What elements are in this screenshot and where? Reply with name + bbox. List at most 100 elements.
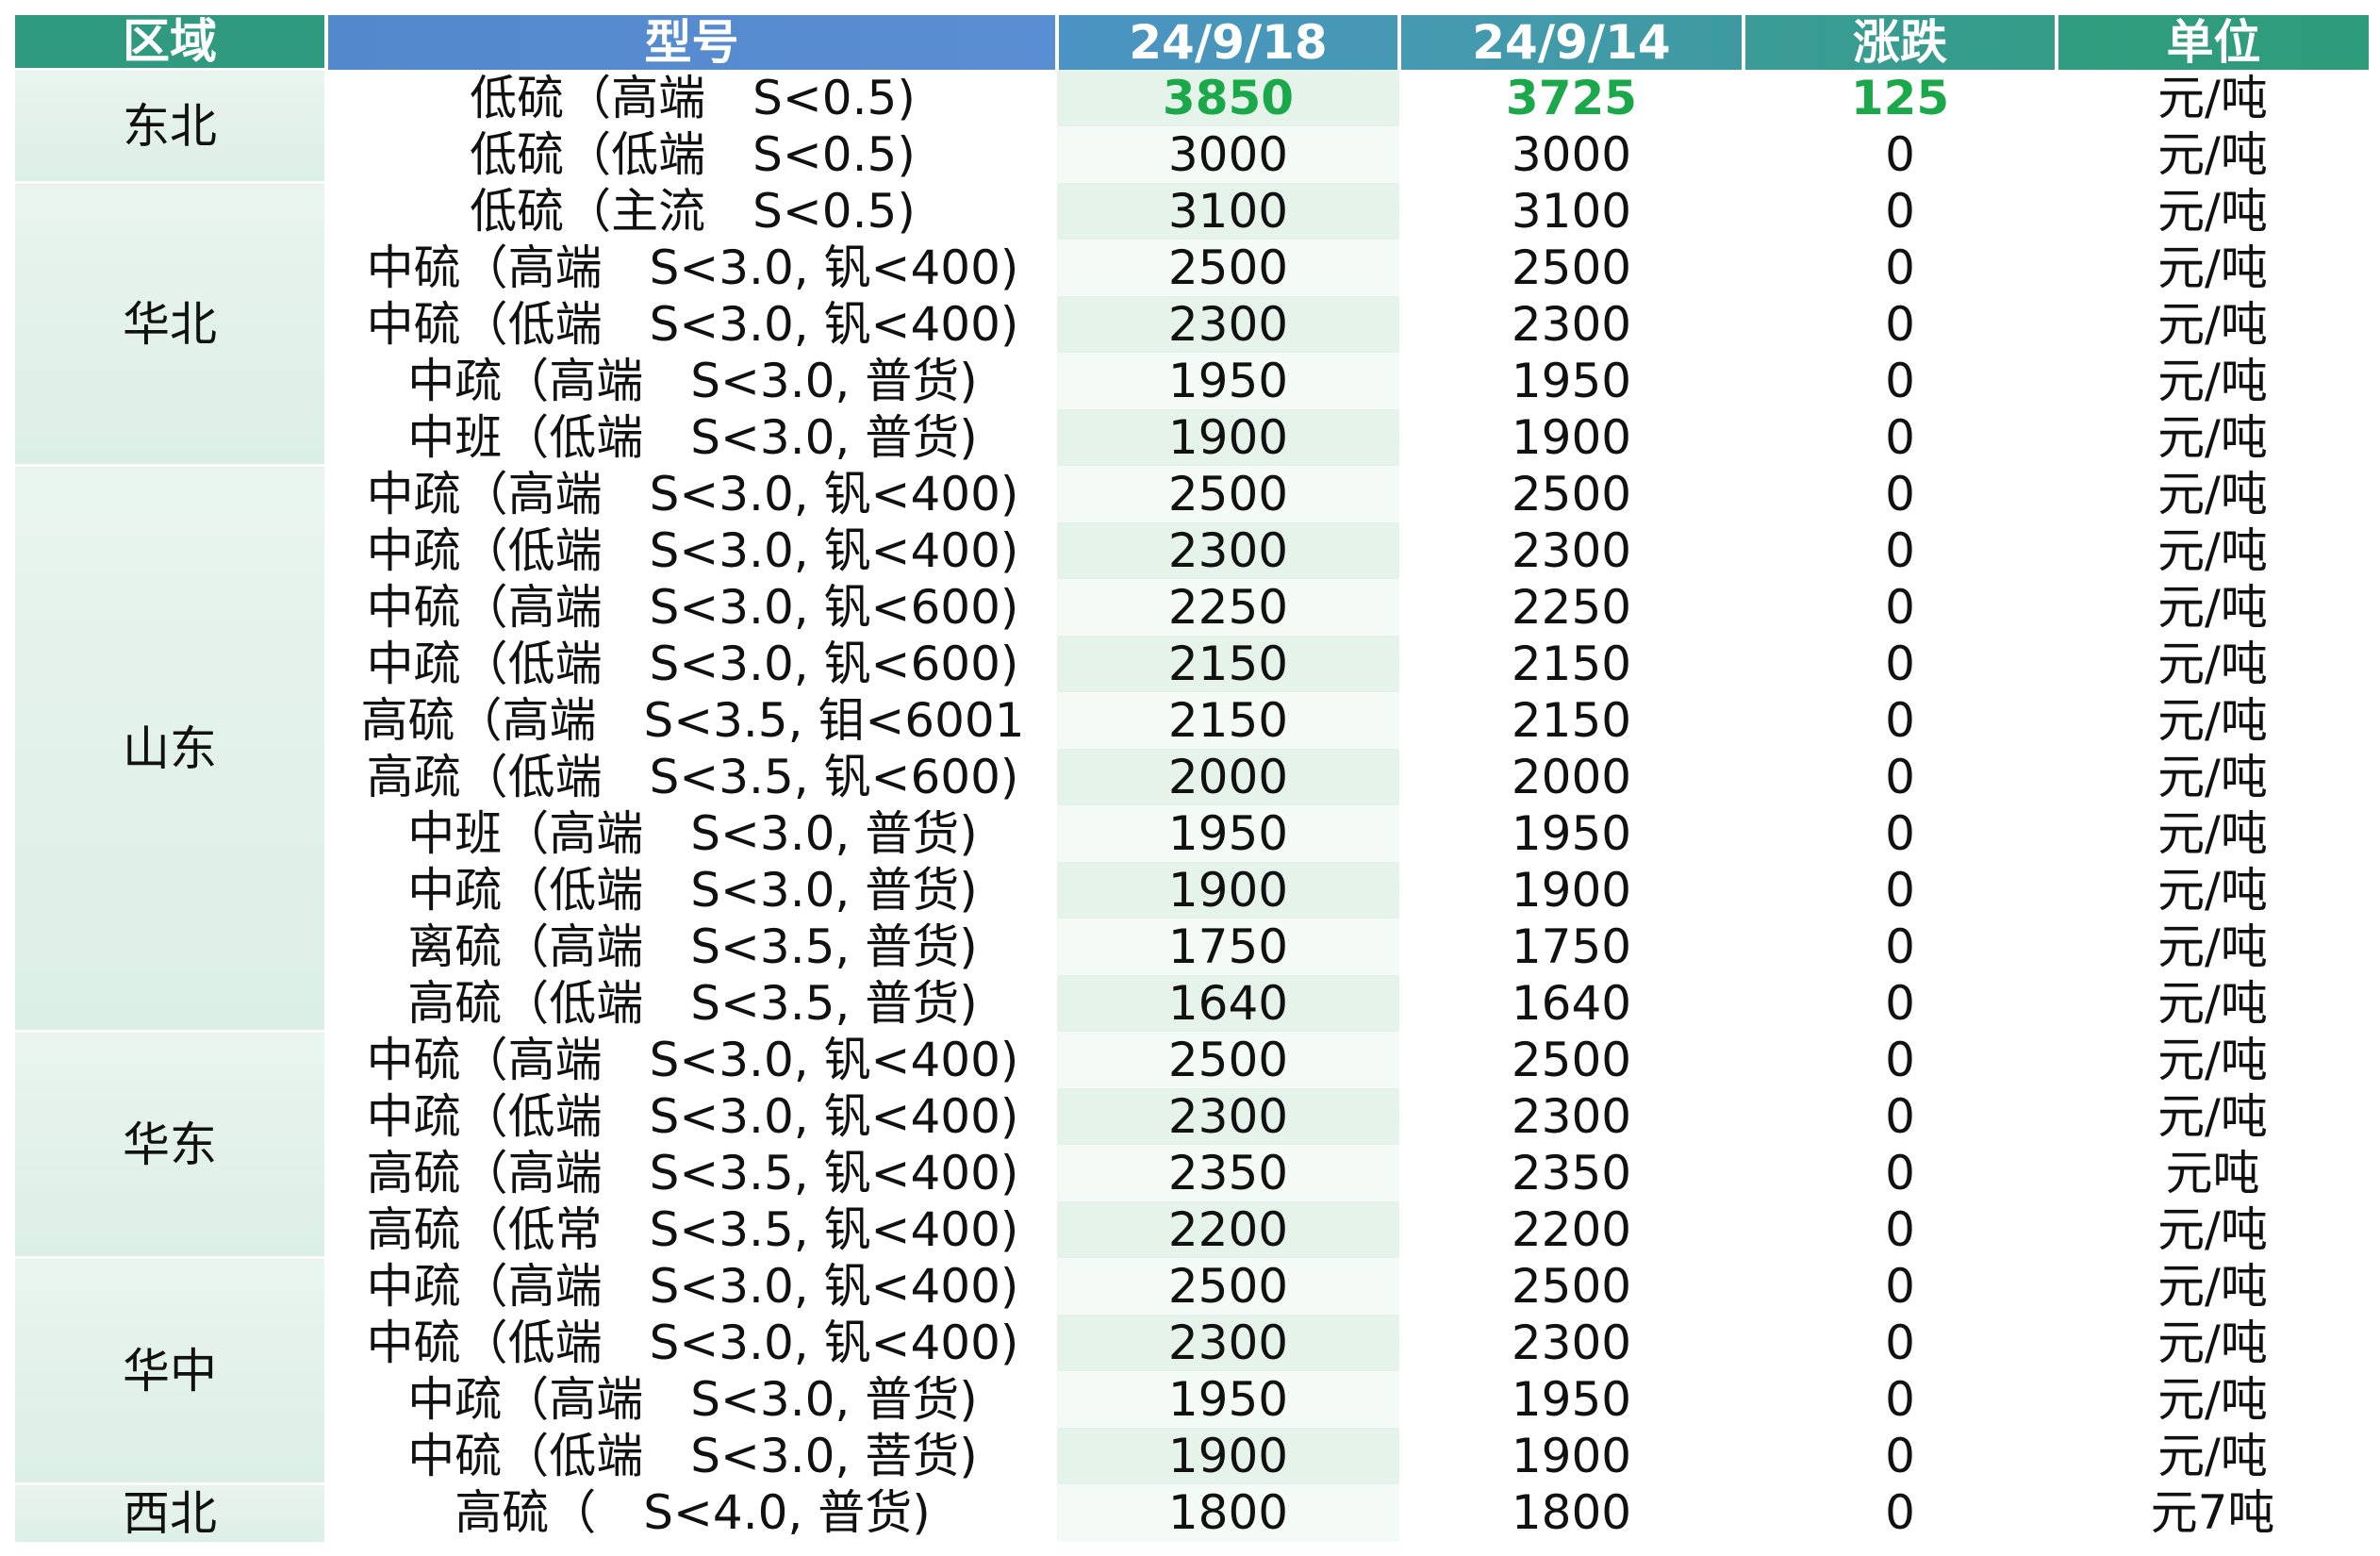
- unit-cell: 元/吨: [2057, 1257, 2369, 1315]
- header-date-1: 24/9/18: [1055, 15, 1399, 70]
- price-date-2-cell: 2300: [1399, 1087, 1744, 1145]
- unit-cell: 元7吨: [2057, 1483, 2369, 1542]
- table-row: 东北 低硫（高端 S<0.5) 3850 3725 125 元/吨: [15, 68, 2369, 183]
- price-date-1-cell: 1900: [1057, 408, 1399, 466]
- table-row: 西北 高硫（ S<4.0, 普货) 1800 1800 0 元7吨: [15, 1482, 2369, 1542]
- price-date-1-cell: 2350: [1057, 1144, 1399, 1201]
- price-date-2-cell: 2000: [1399, 748, 1744, 805]
- price-date-1-cell: 2150: [1057, 635, 1399, 692]
- price-date-1-cell: 1950: [1057, 1370, 1399, 1428]
- unit-cell: 元/吨: [2057, 239, 2369, 296]
- change-cell: 0: [1744, 1144, 2057, 1201]
- table-row: 低硫（低端 S<0.5) 3000 3000 0 元/吨: [15, 125, 2369, 183]
- price-date-1-cell: 1900: [1057, 1427, 1399, 1484]
- price-date-2-cell: 1950: [1399, 352, 1744, 409]
- price-date-1-cell: 3000: [1057, 125, 1399, 183]
- price-date-2-cell: 2200: [1399, 1200, 1744, 1258]
- model-cell: 中硫（低端 S<3.0, 菩货): [326, 1427, 1057, 1484]
- table-row: 山东 中疏（高端 S<3.0, 钒<400) 2500 2500 0 元/吨: [15, 464, 2369, 1032]
- model-cell: 中硫（高端 S<3.0, 钒<400): [326, 1031, 1057, 1088]
- unit-cell: 元/吨: [2057, 1200, 2369, 1258]
- price-date-1-cell: 3100: [1057, 182, 1399, 240]
- price-date-2-cell: 3000: [1399, 125, 1744, 183]
- unit-cell: 元/吨: [2057, 125, 2369, 183]
- table-row: 中硫（低端 S<3.0, 钒<400) 2300 2300 0 元/吨: [15, 1314, 2369, 1371]
- price-date-2-cell: 1950: [1399, 804, 1744, 862]
- change-cell: 125: [1744, 69, 2057, 126]
- change-cell: 0: [1744, 804, 2057, 862]
- model-cell: 中疏（高端 S<3.0, 钒<400): [326, 1257, 1057, 1315]
- table-row: 中疏（低端 S<3.0, 普货) 1900 1900 0 元/吨: [15, 861, 2369, 919]
- price-date-1-cell: 1950: [1057, 804, 1399, 862]
- price-date-1-cell: 2500: [1057, 465, 1399, 522]
- price-date-2-cell: 1640: [1399, 974, 1744, 1032]
- table-row: 中疏（高端 S<3.0, 普货) 1950 1950 0 元/吨: [15, 352, 2369, 409]
- table-row: 高硫（低常 S<3.5, 钒<400) 2200 2200 0 元/吨: [15, 1200, 2369, 1258]
- table-row: 中疏（低端 S<3.0, 钒<600) 2150 2150 0 元/吨: [15, 635, 2369, 692]
- change-cell: 0: [1744, 182, 2057, 240]
- table-row: 中班（高端 S<3.0, 普货) 1950 1950 0 元/吨: [15, 804, 2369, 862]
- model-cell: 离硫（高端 S<3.5, 普货): [326, 918, 1057, 975]
- price-date-2-cell: 1900: [1399, 1427, 1744, 1484]
- unit-cell: 元/吨: [2057, 408, 2369, 466]
- change-cell: 0: [1744, 1483, 2057, 1542]
- change-cell: 0: [1744, 125, 2057, 183]
- unit-cell: 元/吨: [2057, 974, 2369, 1032]
- change-cell: 0: [1744, 1427, 2057, 1484]
- unit-cell: 元/吨: [2057, 635, 2369, 692]
- change-cell: 0: [1744, 861, 2057, 919]
- price-date-1-cell: 2200: [1057, 1200, 1399, 1258]
- price-date-1-cell: 2300: [1057, 521, 1399, 579]
- price-date-1-cell: 2150: [1057, 691, 1399, 749]
- price-date-2-cell: 2500: [1399, 1031, 1744, 1088]
- price-date-1-cell: 1950: [1057, 352, 1399, 409]
- price-date-2-cell: 2500: [1399, 239, 1744, 296]
- region-cell: 华北: [15, 181, 328, 466]
- table-row: 高疏（低端 S<3.5, 钒<600) 2000 2000 0 元/吨: [15, 748, 2369, 805]
- change-cell: 0: [1744, 239, 2057, 296]
- price-date-1-cell: 1800: [1057, 1483, 1399, 1542]
- unit-cell: 元/吨: [2057, 861, 2369, 919]
- change-cell: 0: [1744, 1257, 2057, 1315]
- price-date-1-cell: 2300: [1057, 1087, 1399, 1145]
- change-cell: 0: [1744, 521, 2057, 579]
- unit-cell: 元/吨: [2057, 1031, 2369, 1088]
- region-cell: 华东: [15, 1030, 328, 1258]
- model-cell: 中班（高端 S<3.0, 普货): [326, 804, 1057, 862]
- price-date-2-cell: 1800: [1399, 1483, 1744, 1542]
- model-cell: 高硫（高端 S<3.5, 钼<6001: [326, 691, 1057, 749]
- table-row: 中硫（高端 S<3.0, 钒<600) 2250 2250 0 元/吨: [15, 578, 2369, 636]
- model-cell: 中疏（低端 S<3.0, 钒<600): [326, 635, 1057, 692]
- region-cell: 华中: [15, 1256, 328, 1484]
- header-unit: 单位: [2055, 15, 2369, 70]
- model-cell: 中疏（低端 S<3.0, 钒<400): [326, 521, 1057, 579]
- change-cell: 0: [1744, 635, 2057, 692]
- model-cell: 低硫（主流 S<0.5): [326, 182, 1057, 240]
- price-date-2-cell: 2500: [1399, 465, 1744, 522]
- region-cell: 西北: [15, 1482, 328, 1542]
- model-cell: 高硫（ S<4.0, 普货): [326, 1483, 1057, 1542]
- table-row: 中硫（高端 S<3.0, 钒<400) 2500 2500 0 元/吨: [15, 239, 2369, 296]
- price-date-1-cell: 2300: [1057, 1314, 1399, 1371]
- unit-cell: 元/吨: [2057, 804, 2369, 862]
- change-cell: 0: [1744, 578, 2057, 636]
- unit-cell: 元/吨: [2057, 748, 2369, 805]
- change-cell: 0: [1744, 1200, 2057, 1258]
- change-cell: 0: [1744, 295, 2057, 353]
- change-cell: 0: [1744, 465, 2057, 522]
- model-cell: 高硫（低常 S<3.5, 钒<400): [326, 1200, 1057, 1258]
- table-row: 高硫（高端 S<3.5, 钒<400) 2350 2350 0 元吨: [15, 1144, 2369, 1201]
- price-date-2-cell: 2350: [1399, 1144, 1744, 1201]
- price-date-2-cell: 3100: [1399, 182, 1744, 240]
- price-date-1-cell: 1750: [1057, 918, 1399, 975]
- unit-cell: 元/吨: [2057, 295, 2369, 353]
- unit-cell: 元/吨: [2057, 578, 2369, 636]
- price-date-1-cell: 1640: [1057, 974, 1399, 1032]
- change-cell: 0: [1744, 1087, 2057, 1145]
- price-date-2-cell: 1750: [1399, 918, 1744, 975]
- price-date-2-cell: 2150: [1399, 691, 1744, 749]
- model-cell: 中疏（低端 S<3.0, 钒<400): [326, 1087, 1057, 1145]
- price-date-2-cell: 1900: [1399, 861, 1744, 919]
- change-cell: 0: [1744, 1370, 2057, 1428]
- change-cell: 0: [1744, 352, 2057, 409]
